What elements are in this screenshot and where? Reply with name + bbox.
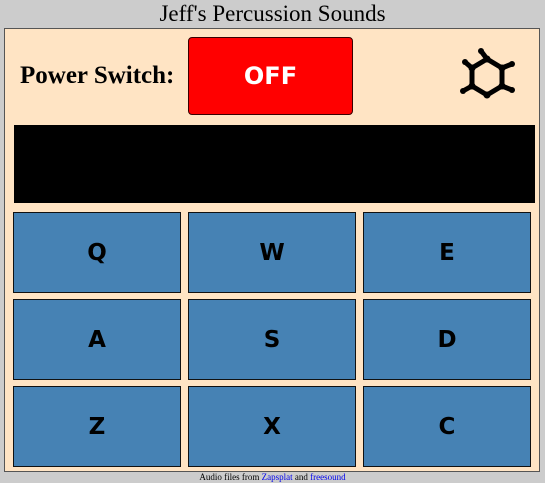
credits-prefix: Audio files from xyxy=(199,472,262,482)
sound-display xyxy=(14,125,535,203)
freesound-link[interactable]: freesound xyxy=(310,472,346,482)
page-title: Jeff's Percussion Sounds xyxy=(159,1,386,26)
drum-machine-panel: Power Switch: OFF Q W E A S D Z X C xyxy=(4,28,540,472)
drum-pad-a[interactable]: A xyxy=(13,299,181,380)
drum-pad-q[interactable]: Q xyxy=(13,212,181,293)
drum-pad-d[interactable]: D xyxy=(363,299,531,380)
credits-footer: Audio files from Zapsplat and freesound xyxy=(0,472,545,483)
drum-pad-s[interactable]: S xyxy=(188,299,356,380)
drum-pad-c[interactable]: C xyxy=(363,386,531,467)
drum-pad-e[interactable]: E xyxy=(363,212,531,293)
power-switch-label: Power Switch: xyxy=(20,62,175,89)
molecule-icon xyxy=(460,48,515,99)
drum-pad-w[interactable]: W xyxy=(188,212,356,293)
power-switch-button[interactable]: OFF xyxy=(188,37,353,115)
drum-pad-x[interactable]: X xyxy=(188,386,356,467)
drum-pad-grid: Q W E A S D Z X C xyxy=(13,212,531,467)
zapsplat-link[interactable]: Zapsplat xyxy=(262,472,293,482)
credits-middle: and xyxy=(292,472,311,482)
drum-pad-z[interactable]: Z xyxy=(13,386,181,467)
